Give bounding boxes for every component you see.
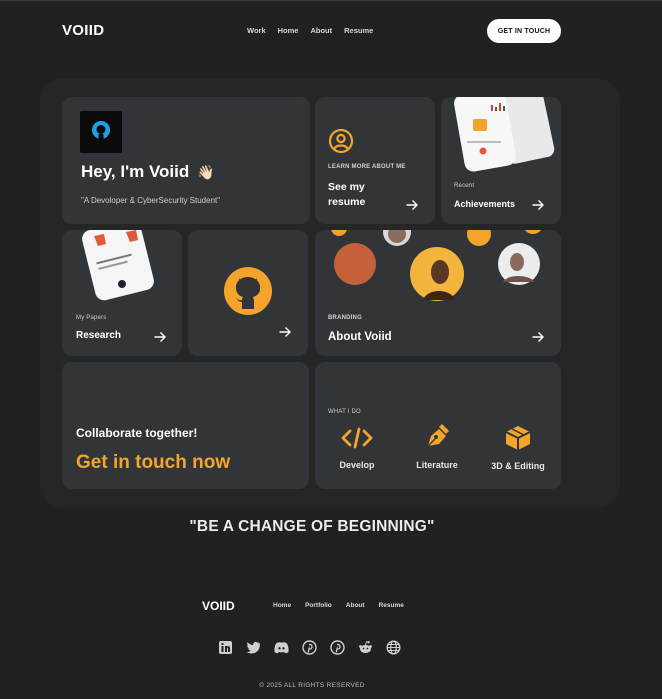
arrow-right-icon[interactable] <box>531 330 545 344</box>
pinterest-icon[interactable] <box>330 640 345 655</box>
collaborate-title: Collaborate together! <box>76 426 198 440</box>
nav-link-resume[interactable]: Resume <box>344 26 373 35</box>
footer-links: Home Portfolio About Resume <box>273 602 404 609</box>
resume-title: See my resume <box>328 180 365 209</box>
about-card[interactable]: BRANDING About Voiid <box>315 230 561 356</box>
user-avatar-icon <box>92 121 110 143</box>
globe-icon[interactable] <box>386 640 401 655</box>
cube-icon <box>505 426 531 450</box>
footer-link-about[interactable]: About <box>346 602 365 609</box>
arrow-right-icon[interactable] <box>153 330 167 344</box>
nav-link-work[interactable]: Work <box>247 26 266 35</box>
linkedin-icon[interactable] <box>218 640 233 655</box>
github-card[interactable] <box>188 230 308 356</box>
skill-literature: Literature <box>402 424 472 470</box>
intro-subtitle: "A Devoloper & CyberSecurity Student" <box>81 196 221 205</box>
footer-logo[interactable]: VOIID <box>202 599 235 613</box>
discord-icon[interactable] <box>274 640 289 655</box>
arrow-right-icon[interactable] <box>405 198 419 212</box>
wave-emoji: 👋🏻 <box>197 163 215 180</box>
research-card[interactable]: My Papers Research <box>62 230 182 356</box>
about-label: BRANDING <box>328 315 362 321</box>
resume-title-line1: See my <box>328 181 365 193</box>
skill-develop-label: Develop <box>339 460 375 470</box>
top-nav: VOIID Work Home About Resume GET IN TOUC… <box>0 0 662 62</box>
intro-card: Hey, I'm Voiid 👋🏻 "A Devoloper & CyberSe… <box>62 97 310 224</box>
paper-mockup-image <box>82 230 154 301</box>
intro-title: Hey, I'm Voiid <box>81 162 190 181</box>
nav-link-home[interactable]: Home <box>278 26 299 35</box>
arrow-right-icon[interactable] <box>531 198 545 212</box>
social-links <box>218 640 401 655</box>
github-icon <box>224 267 272 315</box>
resume-card[interactable]: LEARN MORE ABOUT ME See my resume <box>315 97 435 224</box>
resume-label: LEARN MORE ABOUT ME <box>328 164 406 170</box>
what-i-do-card: WHAT I DO Develop Literature 3D & Editin… <box>315 362 561 489</box>
skill-3d-editing: 3D & Editing <box>483 425 553 471</box>
skill-develop: Develop <box>322 426 392 470</box>
intro-heading: Hey, I'm Voiid 👋🏻 <box>81 162 215 182</box>
reddit-icon[interactable] <box>358 640 373 655</box>
nav-link-about[interactable]: About <box>310 26 332 35</box>
user-circle-icon <box>328 128 354 154</box>
nav-links: Work Home About Resume <box>247 26 373 35</box>
code-icon <box>341 427 373 449</box>
branding-collage-image <box>331 230 541 301</box>
footer-link-portfolio[interactable]: Portfolio <box>305 602 332 609</box>
site-logo[interactable]: VOIID <box>62 22 104 39</box>
research-label: My Papers <box>76 315 107 321</box>
skill-literature-label: Literature <box>416 460 458 470</box>
footer-link-home[interactable]: Home <box>273 602 291 609</box>
phone-mockup-image <box>454 97 555 172</box>
achievements-title: Achievements <box>454 199 516 209</box>
get-in-touch-button[interactable]: GET IN TOUCH <box>487 19 561 43</box>
resume-title-line2: resume <box>328 195 366 208</box>
twitter-icon[interactable] <box>246 640 261 655</box>
about-title: About Voiid <box>328 331 392 343</box>
achievements-label: Recent <box>454 183 475 189</box>
copyright-text: © 2025 ALL RIGHTS RESERVED <box>259 682 365 689</box>
pinterest-icon[interactable] <box>302 640 317 655</box>
pen-nib-icon <box>427 424 449 447</box>
quote-text: "BE A CHANGE OF BEGINNING" <box>189 518 435 535</box>
arrow-right-icon[interactable] <box>278 325 292 339</box>
research-title: Research <box>76 330 122 341</box>
get-in-touch-link[interactable]: Get in touch now <box>76 452 230 474</box>
profile-avatar <box>80 111 122 153</box>
skill-3d-editing-label: 3D & Editing <box>491 461 545 471</box>
achievements-card[interactable]: Recent Achievements <box>441 97 561 224</box>
what-i-do-label: WHAT I DO <box>328 409 361 415</box>
footer-link-resume[interactable]: Resume <box>379 602 404 609</box>
collaborate-card[interactable]: Collaborate together! Get in touch now <box>62 362 309 489</box>
